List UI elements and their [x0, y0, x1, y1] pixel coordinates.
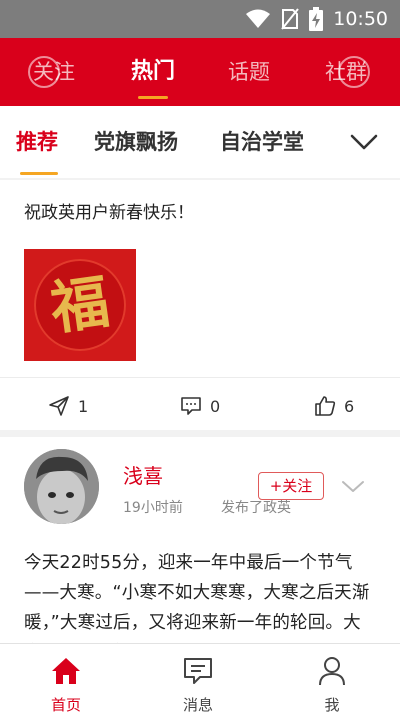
app-screen: 10:50 关注 热门 话题 社群 推荐 党旗飘扬 自治学堂 祝政英用户新春快乐… [0, 0, 400, 720]
nav-messages[interactable]: 消息 [158, 644, 238, 720]
fu-calligraphy: 福 [46, 267, 114, 343]
status-icons: 10:50 [245, 0, 388, 38]
bottom-nav: 首页 消息 我 [0, 643, 400, 720]
nav-home-label: 首页 [50, 696, 81, 714]
nav-me-label: 我 [324, 696, 340, 714]
active-tab-indicator [138, 96, 168, 99]
chevron-down-icon[interactable] [340, 474, 366, 498]
thumbs-up-icon [315, 396, 336, 416]
share-icon [49, 396, 69, 416]
share-button[interactable]: 1 [48, 392, 88, 420]
wifi-icon [246, 9, 271, 28]
nav-home[interactable]: 首页 [26, 644, 106, 720]
category-tab-bar [0, 106, 400, 178]
avatar-photo [24, 449, 99, 524]
like-button[interactable]: 6 [314, 392, 354, 420]
avatar[interactable] [24, 449, 99, 524]
home-icon [52, 658, 80, 684]
tab-topics[interactable]: 话题 [218, 38, 280, 106]
active-category-indicator [20, 172, 58, 175]
tab-overlay-ring [28, 56, 60, 88]
message-icon [184, 658, 212, 684]
tab-overlay-ring [338, 56, 370, 88]
follow-button[interactable]: +关注 [258, 472, 324, 500]
post-image[interactable]: 福 [24, 249, 136, 361]
like-count: 6 [344, 396, 355, 416]
category-autonomy-school[interactable]: 自治学堂 [220, 106, 304, 178]
author-name[interactable]: 浅喜 [123, 460, 163, 489]
share-count: 1 [78, 396, 89, 416]
battery-charging-icon [309, 7, 324, 31]
status-time: 10:50 [333, 8, 388, 30]
status-bar: 10:50 [0, 0, 400, 38]
nav-me[interactable]: 我 [292, 644, 372, 720]
comment-icon [181, 397, 201, 415]
category-party-flag[interactable]: 党旗飘扬 [94, 106, 178, 178]
comment-button[interactable]: 0 [180, 392, 220, 420]
post-time: 19小时前 [123, 500, 183, 516]
post-text: 祝政英用户新春快乐！ [24, 203, 194, 223]
no-sim-icon [281, 8, 300, 30]
comment-count: 0 [210, 396, 221, 416]
divider [0, 377, 400, 378]
publish-info: 发布了政英 [221, 500, 291, 516]
chevron-down-icon[interactable] [348, 122, 380, 162]
person-icon [319, 657, 345, 686]
nav-messages-label: 消息 [182, 696, 213, 714]
category-recommend[interactable]: 推荐 [16, 106, 58, 178]
